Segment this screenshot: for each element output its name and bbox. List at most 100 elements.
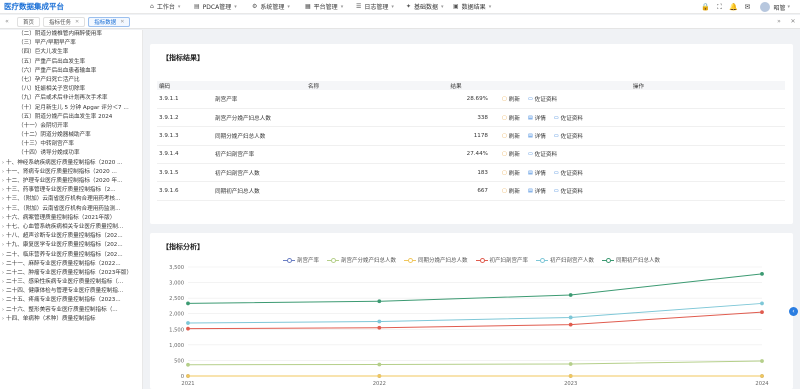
tree-item[interactable]: （四）巨大儿发生率 — [0, 48, 142, 57]
tree-item-label: （二）阴道分娩椎管内麻醉使用率 — [18, 31, 102, 37]
y-tick-label: 2,500 — [169, 296, 184, 302]
data-point — [568, 315, 573, 320]
refresh-button[interactable]: ▢ 刷新 — [502, 169, 520, 177]
menu-item-6[interactable]: ▣ 数据结果 ▾ — [453, 0, 505, 14]
data-point — [186, 374, 190, 378]
menu-item-2[interactable]: ⚙ 系统管理 ▾ — [252, 0, 305, 14]
tab-1[interactable]: 指标任务 ✕ — [43, 16, 86, 27]
tree-item[interactable]: › 十三、（附加）云南省医疗机构合理用药监测... — [0, 205, 142, 214]
series-line-4 — [187, 302, 763, 324]
tree-item[interactable]: （七）孕产妇死亡活产比 — [0, 76, 142, 85]
tab-0[interactable]: 首页 — [17, 16, 41, 27]
tab-2[interactable]: 指标数据 ✕ — [88, 16, 131, 27]
chevron-left-icon[interactable]: « — [0, 15, 14, 29]
close-icon[interactable]: ✕ — [75, 19, 79, 25]
fullscreen-icon[interactable]: ⛶ — [712, 3, 726, 12]
tree-item[interactable]: （十三）中转剖宫产率 — [0, 140, 142, 149]
detail-icon: ▤ — [527, 188, 533, 195]
tree-item[interactable]: （十）足月新生儿 5 分钟 Apgar 评分＜7 ... — [0, 104, 142, 113]
tree-item[interactable]: › 十八、超声诊断专业医疗质量控制指标（202... — [0, 232, 142, 241]
tree-item[interactable]: › 二十四、健康体检与管理专业医疗质量控制指... — [0, 287, 142, 296]
evidence-button[interactable]: ▭ 佐证资料 — [528, 95, 557, 103]
chevron-right-icon[interactable]: » — [772, 15, 786, 29]
detail-button[interactable]: ▤ 详情 — [528, 187, 546, 195]
tree-item[interactable]: › 二十三、感染性疾病专业医疗质量控制指标（... — [0, 278, 142, 287]
tree-item[interactable]: （五）严重产后出血发生率 — [0, 58, 142, 67]
series-line-3 — [187, 311, 763, 330]
tree-item[interactable]: （十二）阴道分娩器械助产率 — [0, 131, 142, 140]
refresh-button[interactable]: ▢ 刷新 — [502, 95, 520, 103]
tree-item-label: 二十、临床营养专业医疗质量控制指标（202... — [6, 251, 123, 258]
tree-item[interactable]: （十一）会阴切开率 — [0, 122, 142, 131]
lock-icon[interactable]: 🔒 — [698, 3, 712, 11]
close-all-icon[interactable]: ✕ — [786, 15, 800, 29]
tree-item[interactable]: › 十一、肾病专业医疗质量控制指标（2020 ... — [0, 168, 142, 177]
chevron-down-icon[interactable]: ▾ — [787, 4, 790, 10]
username[interactable]: 昭管 — [773, 3, 785, 12]
tree-item[interactable]: （五）阴道分娩产后出血发生率 2024 — [0, 113, 142, 122]
avatar[interactable] — [760, 2, 771, 12]
chevron-right-icon: › — [2, 223, 4, 230]
expand-panel-icon[interactable]: ‹ — [789, 307, 798, 316]
tree-item[interactable]: › 十三、药事管理专业医疗质量控制指标（2... — [0, 186, 142, 195]
tree-item[interactable]: › 十三、（附加）云南省医疗机构合理用药考核... — [0, 195, 142, 204]
menu-item-0[interactable]: ⌂ 工作台 ▾ — [150, 0, 194, 14]
folder-icon: ▭ — [527, 95, 533, 102]
line-chart: 0 500 1,000 1,500 2,000 2,500 3,000 3,500 2021 20… — [169, 265, 769, 387]
evidence-button[interactable]: ▭ 佐证资料 — [528, 150, 557, 158]
tree-item[interactable]: › 二十一、麻醉专业医疗质量控制指标（2022... — [0, 260, 142, 269]
app-title[interactable]: 医疗数据集成平台 — [0, 1, 150, 12]
menu-icon: ▣ — [453, 3, 459, 10]
evidence-button[interactable]: ▭ 佐证资料 — [554, 132, 583, 140]
data-point — [377, 319, 382, 324]
refresh-button[interactable]: ▢ 刷新 — [502, 114, 520, 122]
tree-item-label: 十、神经系统疾病医疗质量控制指标（2020 ... — [6, 159, 123, 166]
refresh-button[interactable]: ▢ 刷新 — [502, 132, 520, 140]
detail-icon: ▤ — [527, 114, 533, 121]
chevron-down-icon: ▾ — [391, 3, 394, 10]
mail-icon[interactable]: ✉ — [740, 3, 754, 11]
menu-item-5[interactable]: ✦ 基础数据 ▾ — [406, 0, 453, 14]
refresh-button[interactable]: ▢ 刷新 — [502, 187, 520, 195]
analysis-title: 【指标分析】 — [162, 243, 204, 251]
tree-item[interactable]: （六）严重产后出血患者输血率 — [0, 67, 142, 76]
menu-label: 平台管理 — [313, 4, 338, 11]
tree-item-label: （五）严重产后出血发生率 — [18, 58, 86, 65]
tree-item[interactable]: › 二十五、疼痛专业医疗质量控制指标（2023... — [0, 296, 142, 305]
cell-code: 3.9.1.1 — [157, 90, 203, 109]
evidence-button[interactable]: ▭ 佐证资料 — [554, 187, 583, 195]
tree-item[interactable]: › 二十、临床营养专业医疗质量控制指标（202... — [0, 251, 142, 260]
analysis-card: 【指标分析】 剖宫产率 剖宫产分娩产妇总人数 同期分娩产妇总人数 初产妇剖宫产率 初产妇… — [150, 233, 793, 389]
detail-button[interactable]: ▤ 详情 — [528, 169, 546, 177]
tree-item[interactable]: › 十、神经系统疾病医疗质量控制指标（2020 ... — [0, 159, 142, 168]
tree-item[interactable]: › 十四、单病种（术种）质量控制指标 — [0, 315, 142, 324]
data-point — [186, 362, 190, 367]
tree-item[interactable]: › 十六、病案管理质量控制指标（2021年版） — [0, 214, 142, 223]
cell-result: 183 — [424, 163, 492, 183]
refresh-button[interactable]: ▢ 刷新 — [502, 150, 520, 158]
evidence-button[interactable]: ▭ 佐证资料 — [554, 114, 583, 122]
menu-item-4[interactable]: ☰ 日志管理 ▾ — [356, 0, 406, 14]
tree-item[interactable]: › 十九、康复医学专业医疗质量控制指标（202... — [0, 241, 142, 250]
notification-icon[interactable]: 🔔 — [726, 3, 740, 11]
tree-item[interactable]: › 十二、护理专业医疗质量控制指标（2020 年... — [0, 177, 142, 186]
menu-item-3[interactable]: ▦ 平台管理 ▾ — [305, 0, 356, 14]
tree-item[interactable]: › 二十六、整形美容专业医疗质量控制指标（... — [0, 306, 142, 315]
tree-item[interactable]: › 十七、心血管系统疾病相关专业医疗质量控制... — [0, 223, 142, 232]
detail-button[interactable]: ▤ 详情 — [528, 114, 546, 122]
chevron-right-icon: › — [2, 196, 4, 203]
tree-item-label: （十三）中转剖宫产率 — [18, 141, 74, 148]
menu-item-1[interactable]: ▤ PDCA管理 ▾ — [194, 0, 252, 14]
data-point — [568, 322, 573, 327]
tree-item[interactable]: （三）早产/早期早产率 — [0, 39, 142, 48]
close-icon[interactable]: ✕ — [120, 19, 124, 25]
evidence-button[interactable]: ▭ 佐证资料 — [554, 169, 583, 177]
tree-item[interactable]: （八）妊娠相关子宫切除率 — [0, 85, 142, 94]
tree-item[interactable]: › 二十二、肿瘤专业医疗质量控制指标（2023年版） — [0, 269, 142, 278]
tree-item[interactable]: （二）阴道分娩椎管内麻醉使用率 — [0, 30, 142, 39]
detail-icon: ▤ — [527, 132, 533, 139]
tree-item[interactable]: （九）产后或术后非计划再次手术率 — [0, 94, 142, 103]
tree-item-label: 二十三、感染性疾病专业医疗质量控制指标（... — [6, 279, 124, 286]
tree-item[interactable]: （十四）诱导分娩成功率 — [0, 149, 142, 158]
detail-button[interactable]: ▤ 详情 — [528, 132, 546, 140]
